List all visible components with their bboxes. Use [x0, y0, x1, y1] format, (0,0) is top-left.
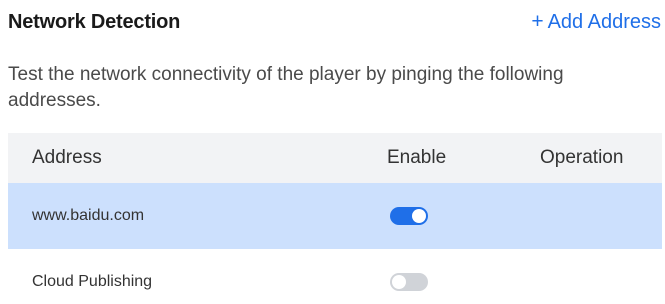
toggle-knob [392, 274, 406, 289]
network-detection-panel: Network Detection + Add Address Test the … [0, 0, 665, 304]
table-row[interactable]: Cloud Publishing [8, 249, 662, 304]
address-cell: Cloud Publishing [32, 273, 153, 290]
toggle-knob [412, 208, 426, 223]
operation-cell [540, 249, 662, 304]
operation-cell [540, 183, 662, 249]
enable-cell [387, 183, 540, 249]
column-header-enable: Enable [387, 133, 540, 183]
address-table: Address Enable Operation www.baidu.com C… [8, 133, 662, 304]
section-description: Test the network connectivity of the pla… [8, 64, 564, 111]
column-header-address: Address [8, 133, 387, 183]
table-row[interactable]: www.baidu.com [8, 183, 662, 249]
address-cell: www.baidu.com [8, 183, 387, 249]
enable-toggle[interactable] [390, 272, 428, 291]
column-header-operation: Operation [540, 133, 662, 183]
section-title: Network Detection [8, 11, 181, 33]
plus-icon: + [531, 10, 544, 33]
add-address-label: Add Address [547, 11, 661, 33]
table-header-row: Address Enable Operation [8, 133, 662, 183]
enable-toggle[interactable] [390, 206, 428, 225]
enable-cell [387, 249, 540, 304]
add-address-link[interactable]: + Add Address [531, 10, 661, 34]
